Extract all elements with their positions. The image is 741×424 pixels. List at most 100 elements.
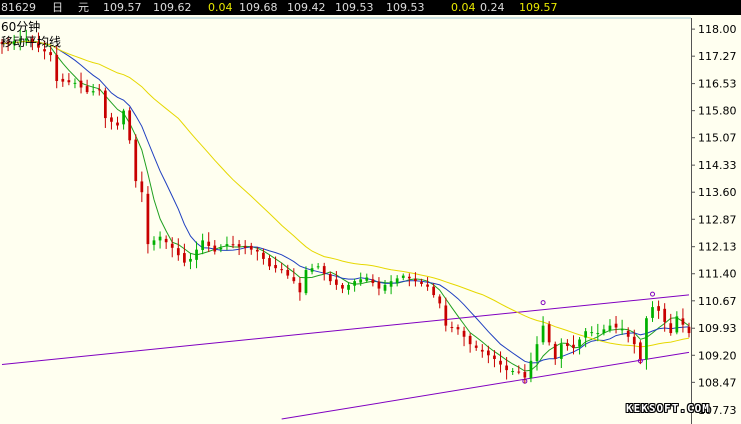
candle-body — [91, 91, 95, 93]
candle-body — [559, 344, 563, 359]
candle-body — [43, 49, 46, 52]
candle-body — [553, 343, 557, 359]
candle-body — [663, 308, 667, 322]
price-chart: 118.00 117.27 116.53 115.80 115.07 114.33 113.… — [0, 15, 737, 424]
open-value: 109.57 — [103, 1, 142, 14]
watermark-text: KEKSOFT.COM — [626, 402, 710, 415]
candle-body — [651, 307, 654, 318]
candle-body — [395, 278, 399, 284]
candle-body — [407, 276, 411, 279]
y-tick-label: 112.87 — [698, 213, 737, 226]
candle-body — [73, 82, 77, 84]
candle-body — [61, 78, 65, 82]
candle-body — [322, 266, 326, 274]
candle-body — [468, 335, 472, 345]
candle-body — [566, 343, 569, 347]
candle-body — [201, 240, 204, 251]
candle-body — [620, 329, 624, 331]
period-label: 日 — [52, 1, 63, 14]
high-value: 109.62 — [153, 1, 192, 14]
candle-body — [97, 89, 101, 91]
candle-body — [517, 371, 521, 373]
y-tick-label: 111.40 — [698, 268, 737, 281]
candle-body — [687, 326, 691, 334]
candle-body — [456, 327, 460, 330]
candle-body — [146, 193, 150, 245]
candle-body — [335, 279, 338, 285]
y-tick-label: 113.60 — [698, 186, 737, 199]
candle-body — [213, 245, 217, 252]
instrument-code: 81629 — [1, 1, 36, 14]
percent-value: 0.24 — [480, 1, 505, 14]
candle-body — [286, 269, 290, 276]
candle-body — [487, 350, 490, 356]
candle-body — [231, 244, 235, 246]
y-axis: 118.00 117.27 116.53 115.80 115.07 114.33 113.… — [691, 23, 737, 417]
candle-body — [608, 325, 612, 331]
candle-body — [614, 323, 618, 328]
candle-body — [316, 266, 320, 268]
candle-body — [590, 332, 594, 334]
candle-body — [493, 355, 496, 359]
candle-body — [122, 110, 125, 125]
candle-body — [128, 110, 132, 141]
candle-body — [377, 281, 381, 289]
plot-area — [0, 15, 691, 424]
candle-body — [237, 244, 241, 247]
candle-body — [292, 277, 296, 282]
candle-body — [298, 282, 302, 293]
candle-body — [535, 344, 539, 362]
candle-body — [110, 117, 113, 122]
candle-body — [49, 52, 53, 56]
candle-body — [414, 278, 417, 282]
candle-body — [638, 342, 642, 359]
candle-body — [249, 245, 253, 250]
y-tick-label: 114.33 — [698, 159, 737, 172]
y-tick-label: 115.80 — [698, 105, 737, 118]
value-6: 109.53 — [335, 1, 374, 14]
candle-body — [438, 296, 442, 304]
y-tick-label: 108.47 — [698, 376, 737, 389]
candle-body — [164, 238, 168, 243]
last-price: 109.57 — [519, 1, 558, 14]
candle-body — [55, 54, 59, 82]
candle-body — [480, 349, 484, 352]
candle-body — [669, 323, 673, 334]
candle-body — [389, 281, 393, 287]
candle-body — [152, 240, 156, 245]
candle-body — [268, 258, 271, 267]
chart-subtitle: 移动平均线 — [1, 35, 61, 49]
y-tick-label: 110.67 — [698, 295, 737, 308]
candle-body — [681, 318, 685, 325]
candle-body — [310, 268, 314, 272]
chart-title: 60分钟 — [1, 19, 40, 34]
candle-body — [602, 329, 606, 334]
candle-body — [444, 305, 448, 326]
candle-body — [450, 327, 454, 329]
candle-body — [505, 365, 508, 371]
y-tick-label: 116.53 — [698, 78, 737, 91]
candle-body — [79, 80, 83, 88]
unit-label: 元 — [78, 1, 89, 14]
candle-body — [632, 336, 636, 345]
candle-body — [103, 90, 107, 119]
change-value-2: 0.04 — [451, 1, 476, 14]
candle-body — [158, 236, 162, 241]
y-tick-label: 112.13 — [698, 241, 737, 254]
candle-body — [134, 139, 138, 182]
y-tick-label: 117.27 — [698, 50, 737, 63]
candle-body — [207, 241, 211, 246]
candle-body — [219, 247, 223, 250]
y-tick-label: 118.00 — [698, 23, 737, 36]
candle-body — [359, 279, 363, 283]
candle-body — [657, 306, 660, 311]
candle-body — [365, 277, 369, 281]
candle-body — [67, 80, 71, 83]
candle-body — [499, 360, 502, 365]
candle-body — [353, 281, 356, 286]
candle-body — [189, 258, 192, 262]
candle-body — [462, 330, 466, 337]
candle-body — [262, 252, 265, 259]
candle-body — [243, 246, 247, 248]
candle-body — [420, 281, 423, 284]
